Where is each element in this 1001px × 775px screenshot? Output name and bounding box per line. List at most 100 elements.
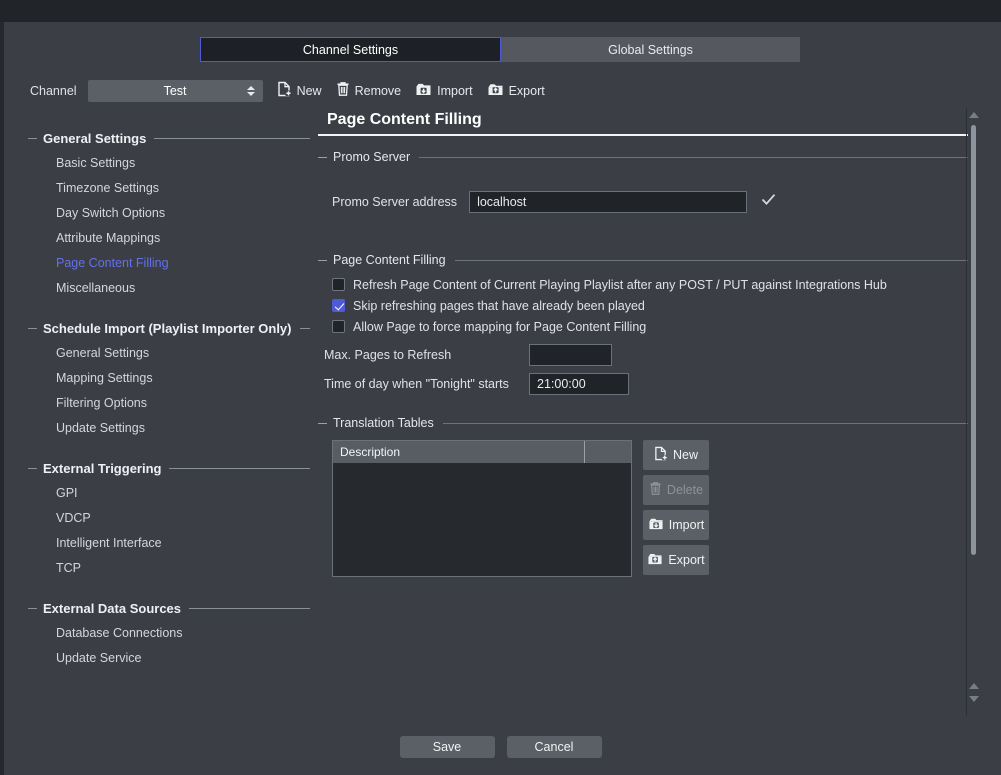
- sidebar-item-label: Attribute Mappings: [56, 230, 161, 245]
- channel-dropdown[interactable]: Test: [87, 80, 263, 102]
- sidebar-item-timezone-settings[interactable]: Timezone Settings: [28, 175, 310, 200]
- save-button-label: Save: [432, 740, 462, 754]
- cancel-button[interactable]: Cancel: [506, 736, 602, 758]
- tonight-start-input[interactable]: [529, 373, 629, 395]
- trash-icon: [336, 81, 350, 102]
- scroll-down-arrow-icon[interactable]: [969, 696, 979, 702]
- translation-import-button[interactable]: Import: [643, 510, 709, 540]
- tab-global-settings-label: Global Settings: [608, 42, 693, 57]
- sidebar-item-page-content-filling[interactable]: Page Content Filling: [28, 250, 310, 275]
- group-rule: [189, 607, 310, 609]
- window-left-frame: [0, 22, 4, 775]
- tonight-start-label: Time of day when "Tonight" starts: [324, 377, 509, 391]
- checkbox-refresh-page-content[interactable]: Refresh Page Content of Current Playing …: [332, 274, 968, 295]
- sidebar-item-attribute-mappings[interactable]: Attribute Mappings: [28, 225, 310, 250]
- scroll-up-arrow-icon[interactable]: [969, 112, 979, 118]
- tab-global-settings[interactable]: Global Settings: [501, 37, 800, 62]
- import-channel-label: Import: [437, 84, 473, 98]
- sidebar-item-mapping-settings[interactable]: Mapping Settings: [28, 365, 310, 390]
- promo-server-address-input[interactable]: [469, 191, 748, 213]
- window-titlebar: [0, 0, 1001, 22]
- sidebar-group-external-data-sources: External Data Sources: [28, 596, 310, 620]
- translation-delete-button[interactable]: Delete: [643, 475, 709, 505]
- translation-tables-header-row: Description: [333, 441, 631, 463]
- translation-tables-list[interactable]: Description: [332, 440, 632, 577]
- column-header-description[interactable]: Description: [333, 441, 585, 463]
- tonight-start-row: Time of day when "Tonight" starts: [318, 373, 968, 395]
- sidebar-item-label: Database Connections: [56, 625, 183, 640]
- page-content-filling-legend-label: Page Content Filling: [333, 253, 446, 267]
- legend-rule: [454, 259, 968, 261]
- remove-channel-button[interactable]: Remove: [336, 81, 401, 102]
- content-vertical-scrollbar[interactable]: [966, 108, 982, 716]
- sidebar-group-title: General Settings: [43, 130, 147, 146]
- sidebar-item-label: Timezone Settings: [56, 180, 160, 195]
- cancel-button-label: Cancel: [534, 740, 574, 754]
- sidebar-item-filtering-options[interactable]: Filtering Options: [28, 390, 310, 415]
- sidebar-item-day-switch-options[interactable]: Day Switch Options: [28, 200, 310, 225]
- checkbox-box: [332, 299, 345, 312]
- group-dash: [28, 467, 37, 469]
- sidebar-item-tcp[interactable]: TCP: [28, 555, 310, 580]
- translation-export-button[interactable]: Export: [643, 545, 709, 575]
- settings-tabbar: Channel Settings Global Settings: [200, 37, 800, 62]
- translation-new-button[interactable]: New: [643, 440, 709, 470]
- column-header-blank[interactable]: [585, 441, 631, 463]
- checkbox-label: Refresh Page Content of Current Playing …: [353, 277, 887, 292]
- channel-label: Channel: [30, 84, 77, 98]
- sidebar-item-label: Intelligent Interface: [56, 535, 162, 550]
- sidebar-item-label: Mapping Settings: [56, 370, 153, 385]
- max-pages-input[interactable]: [529, 344, 612, 366]
- dialog-footer: Save Cancel: [0, 736, 1001, 762]
- scrollbar-thumb[interactable]: [971, 125, 976, 555]
- sidebar-item-label: Update Settings: [56, 420, 145, 435]
- sidebar-item-vdcp[interactable]: VDCP: [28, 505, 310, 530]
- legend-dash: [318, 259, 327, 261]
- promo-server-address-label: Promo Server address: [332, 195, 458, 209]
- export-channel-button[interactable]: Export: [487, 81, 545, 102]
- page-content-filling-section: Page Content Filling Refresh Page Conten…: [318, 253, 968, 395]
- sidebar-item-intelligent-interface[interactable]: Intelligent Interface: [28, 530, 310, 555]
- checkbox-skip-refreshing-played[interactable]: Skip refreshing pages that have already …: [332, 295, 968, 316]
- sidebar-item-gpi[interactable]: GPI: [28, 480, 310, 505]
- sidebar-item-miscellaneous[interactable]: Miscellaneous: [28, 275, 310, 300]
- scrollbar-track: [966, 108, 967, 716]
- sidebar-item-label: VDCP: [56, 510, 91, 525]
- sidebar-group-title: External Triggering: [43, 460, 162, 476]
- translation-tables-section: Translation Tables Description New Delet…: [318, 416, 968, 577]
- group-dash: [28, 137, 37, 139]
- export-channel-label: Export: [508, 84, 545, 98]
- scroll-up-arrow-bottom-icon[interactable]: [969, 683, 979, 689]
- promo-server-legend-label: Promo Server: [333, 150, 411, 164]
- sidebar-item-label: Page Content Filling: [56, 255, 169, 270]
- translation-delete-label: Delete: [666, 483, 704, 497]
- settings-content-panel: Page Content Filling Promo Server Promo …: [318, 106, 968, 711]
- checkbox-allow-page-force-mapping[interactable]: Allow Page to force mapping for Page Con…: [332, 316, 968, 337]
- page-title: Page Content Filling: [327, 111, 482, 128]
- sidebar-item-database-connections[interactable]: Database Connections: [28, 620, 310, 645]
- sidebar-item-label: Update Service: [56, 650, 142, 665]
- sidebar-group-title: Schedule Import (Playlist Importer Only): [43, 320, 292, 336]
- save-button[interactable]: Save: [399, 736, 495, 758]
- import-channel-button[interactable]: Import: [415, 81, 473, 102]
- tab-channel-settings[interactable]: Channel Settings: [200, 37, 501, 62]
- page-title-underline: [318, 134, 968, 136]
- translation-export-label: Export: [668, 553, 705, 567]
- sidebar-item-label: Miscellaneous: [56, 280, 136, 295]
- page-content-filling-legend: Page Content Filling: [318, 253, 968, 267]
- legend-dash: [318, 156, 327, 158]
- checkbox-label: Allow Page to force mapping for Page Con…: [353, 319, 647, 334]
- sidebar-item-si-general-settings[interactable]: General Settings: [28, 340, 310, 365]
- sidebar-item-update-settings[interactable]: Update Settings: [28, 415, 310, 440]
- sidebar-item-update-service[interactable]: Update Service: [28, 645, 310, 670]
- group-rule: [169, 467, 310, 469]
- legend-dash: [318, 422, 327, 424]
- new-channel-label: New: [296, 84, 322, 98]
- sidebar-item-label: Filtering Options: [56, 395, 148, 410]
- new-file-icon: [654, 446, 668, 464]
- sidebar-item-label: General Settings: [56, 345, 150, 360]
- new-channel-button[interactable]: New: [277, 81, 322, 102]
- trash-icon: [649, 481, 662, 499]
- sidebar-item-basic-settings[interactable]: Basic Settings: [28, 150, 310, 175]
- sidebar-item-label: Day Switch Options: [56, 205, 166, 220]
